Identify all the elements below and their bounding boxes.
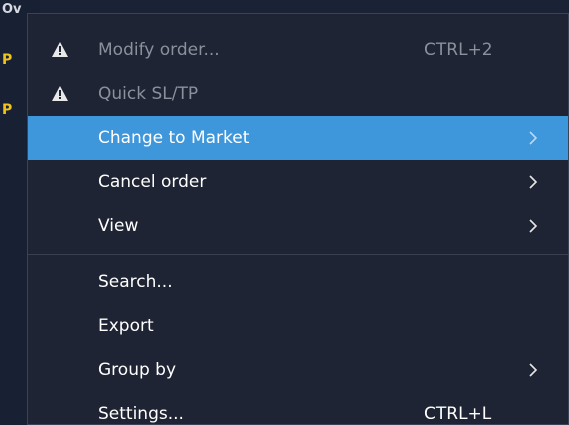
menu-item-label: Settings... [98,404,184,424]
chevron-right-icon [528,348,542,392]
menu-item-label: Modify order... [98,40,220,60]
warning-icon [52,72,74,116]
menu-item-label: Export [98,316,154,336]
menu-item-modify-order[interactable]: Modify order... CTRL+2 [28,28,568,72]
menu-item-label: Change to Market [98,128,250,148]
shortcut-label: CTRL+2 [424,40,493,60]
menu-item-change-to-market[interactable]: Change to Market [28,116,568,160]
menu-item-search[interactable]: Search... [28,260,568,304]
menu-separator [28,254,568,255]
menu-item-view[interactable]: View [28,204,568,248]
menu-item-label: Cancel order [98,172,207,192]
background-row-marker: P [2,52,13,68]
context-menu: Modify order... CTRL+2 Quick SL/TP Chang… [27,13,569,425]
menu-item-label: View [98,216,139,236]
background-row-marker: P [2,102,13,118]
menu-item-label: Quick SL/TP [98,84,199,104]
shortcut-label: CTRL+L [424,404,492,424]
menu-item-quick-sl-tp[interactable]: Quick SL/TP [28,72,568,116]
chevron-right-icon [528,160,542,204]
menu-item-cancel-order[interactable]: Cancel order [28,160,568,204]
menu-item-group-by[interactable]: Group by [28,348,568,392]
chevron-right-icon [528,116,542,160]
screen: Ov P P Modify order... CTRL+2 Quick SL/T… [0,0,569,425]
background-header-text: Ov [2,2,22,17]
menu-item-settings[interactable]: Settings... CTRL+L [28,392,568,425]
warning-icon [52,28,74,72]
menu-item-label: Search... [98,272,173,292]
menu-item-label: Group by [98,360,177,380]
chevron-right-icon [528,204,542,248]
background-window-header [0,0,569,14]
menu-item-export[interactable]: Export [28,304,568,348]
